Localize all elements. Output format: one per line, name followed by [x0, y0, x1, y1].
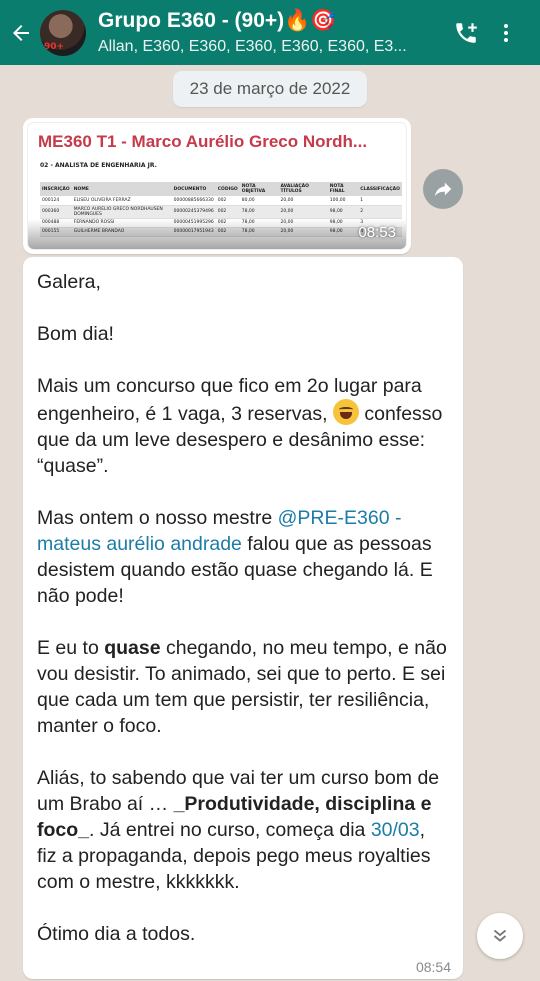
table-cell: 00000885666330: [171, 196, 216, 206]
table-header: NOTA OBJETIVA: [239, 182, 279, 196]
table-header: NOTA FINAL: [327, 182, 359, 196]
more-options-icon: [504, 23, 508, 42]
scroll-to-bottom-button[interactable]: [477, 913, 523, 959]
message-text: Bom dia!: [37, 323, 114, 345]
message-bold-text: quase: [104, 637, 161, 659]
forward-button[interactable]: [423, 169, 463, 209]
table-cell: 2: [358, 205, 402, 219]
group-title: Grupo E360 - (90+)🔥🎯: [98, 8, 337, 32]
message-text: . Já entrei no curso, começa dia: [89, 819, 371, 841]
table-cell: 000124: [40, 196, 72, 206]
image-preview[interactable]: ME360 T1 - Marco Aurélio Greco Nordh... …: [27, 122, 407, 250]
image-message-bubble[interactable]: ME360 T1 - Marco Aurélio Greco Nordh... …: [23, 118, 411, 254]
date-link[interactable]: 30/03: [371, 819, 420, 841]
chat-header: 90+ Grupo E360 - (90+)🔥🎯 Allan, E360, E3…: [0, 0, 540, 65]
table-cell: 00000245379496: [171, 205, 216, 219]
group-info[interactable]: Grupo E360 - (90+)🔥🎯 Allan, E360, E360, …: [98, 8, 446, 58]
back-button[interactable]: [2, 0, 40, 65]
avatar-badge: 90+: [44, 41, 65, 52]
date-chip: 23 de março de 2022: [173, 71, 367, 107]
table-cell: 98,00: [327, 205, 359, 219]
table-cell: 002: [215, 196, 240, 206]
message-body: Galera, Bom dia! Mais um concurso que fi…: [37, 269, 449, 947]
table-cell: 1: [358, 196, 402, 206]
image-section-heading: 02 - ANALISTA DE ENGENHARIA JR.: [40, 162, 157, 169]
chat-area: 23 de março de 2022 ME360 T1 - Marco Aur…: [0, 65, 540, 981]
table-cell: ELISEU OLIVEIRA FERRAZ: [71, 196, 172, 206]
add-participant-icon: [456, 22, 477, 43]
image-time-shade: [28, 219, 406, 249]
table-header: AVALIAÇÃO TÍTULOS: [278, 182, 328, 196]
more-options-button[interactable]: [486, 13, 526, 53]
back-arrow-icon: [13, 24, 29, 41]
scroll-down-icon: [493, 929, 507, 942]
table-row: 000360 MARCO AURELIO GRECO NORDHAUSEN DO…: [40, 205, 402, 219]
table-cell: 78,00: [239, 205, 279, 219]
table-cell: 20,00: [278, 196, 328, 206]
table-header: NOME: [71, 182, 172, 196]
table-header: INSCRIÇÃO: [40, 182, 72, 196]
table-cell: 20,00: [278, 205, 328, 219]
table-cell: 80,00: [239, 196, 279, 206]
add-participant-button[interactable]: [446, 13, 486, 53]
table-header: CÓDIGO: [215, 182, 240, 196]
group-participants: Allan, E360, E360, E360, E360, E360, E3.…: [98, 37, 407, 55]
message-text: Ótimo dia a todos.: [37, 923, 196, 945]
forward-icon: [434, 182, 452, 197]
table-cell: 000360: [40, 205, 72, 219]
message-time: 08:54: [415, 959, 451, 975]
table-row: 000124 ELISEU OLIVEIRA FERRAZ 0000088566…: [40, 196, 402, 206]
table-header: CLASSIFICAÇÃO: [358, 182, 402, 196]
message-text: E eu to: [37, 637, 105, 659]
grinning-sweat-emoji-icon: [332, 399, 359, 425]
table-cell: 002: [215, 205, 240, 219]
image-caption-title: ME360 T1 - Marco Aurélio Greco Nordh...: [38, 132, 368, 151]
image-message-time: 08:53: [358, 224, 396, 241]
group-avatar[interactable]: 90+: [40, 9, 86, 56]
table-header: DOCUMENTO: [171, 182, 216, 196]
table-cell: 100,00: [327, 196, 359, 206]
message-text: Galera,: [37, 271, 101, 293]
text-message-bubble[interactable]: Galera, Bom dia! Mais um concurso que fi…: [23, 257, 463, 979]
table-cell: MARCO AURELIO GRECO NORDHAUSEN DOMINGUES: [71, 205, 172, 219]
message-text: Mas ontem o nosso mestre: [37, 507, 278, 529]
